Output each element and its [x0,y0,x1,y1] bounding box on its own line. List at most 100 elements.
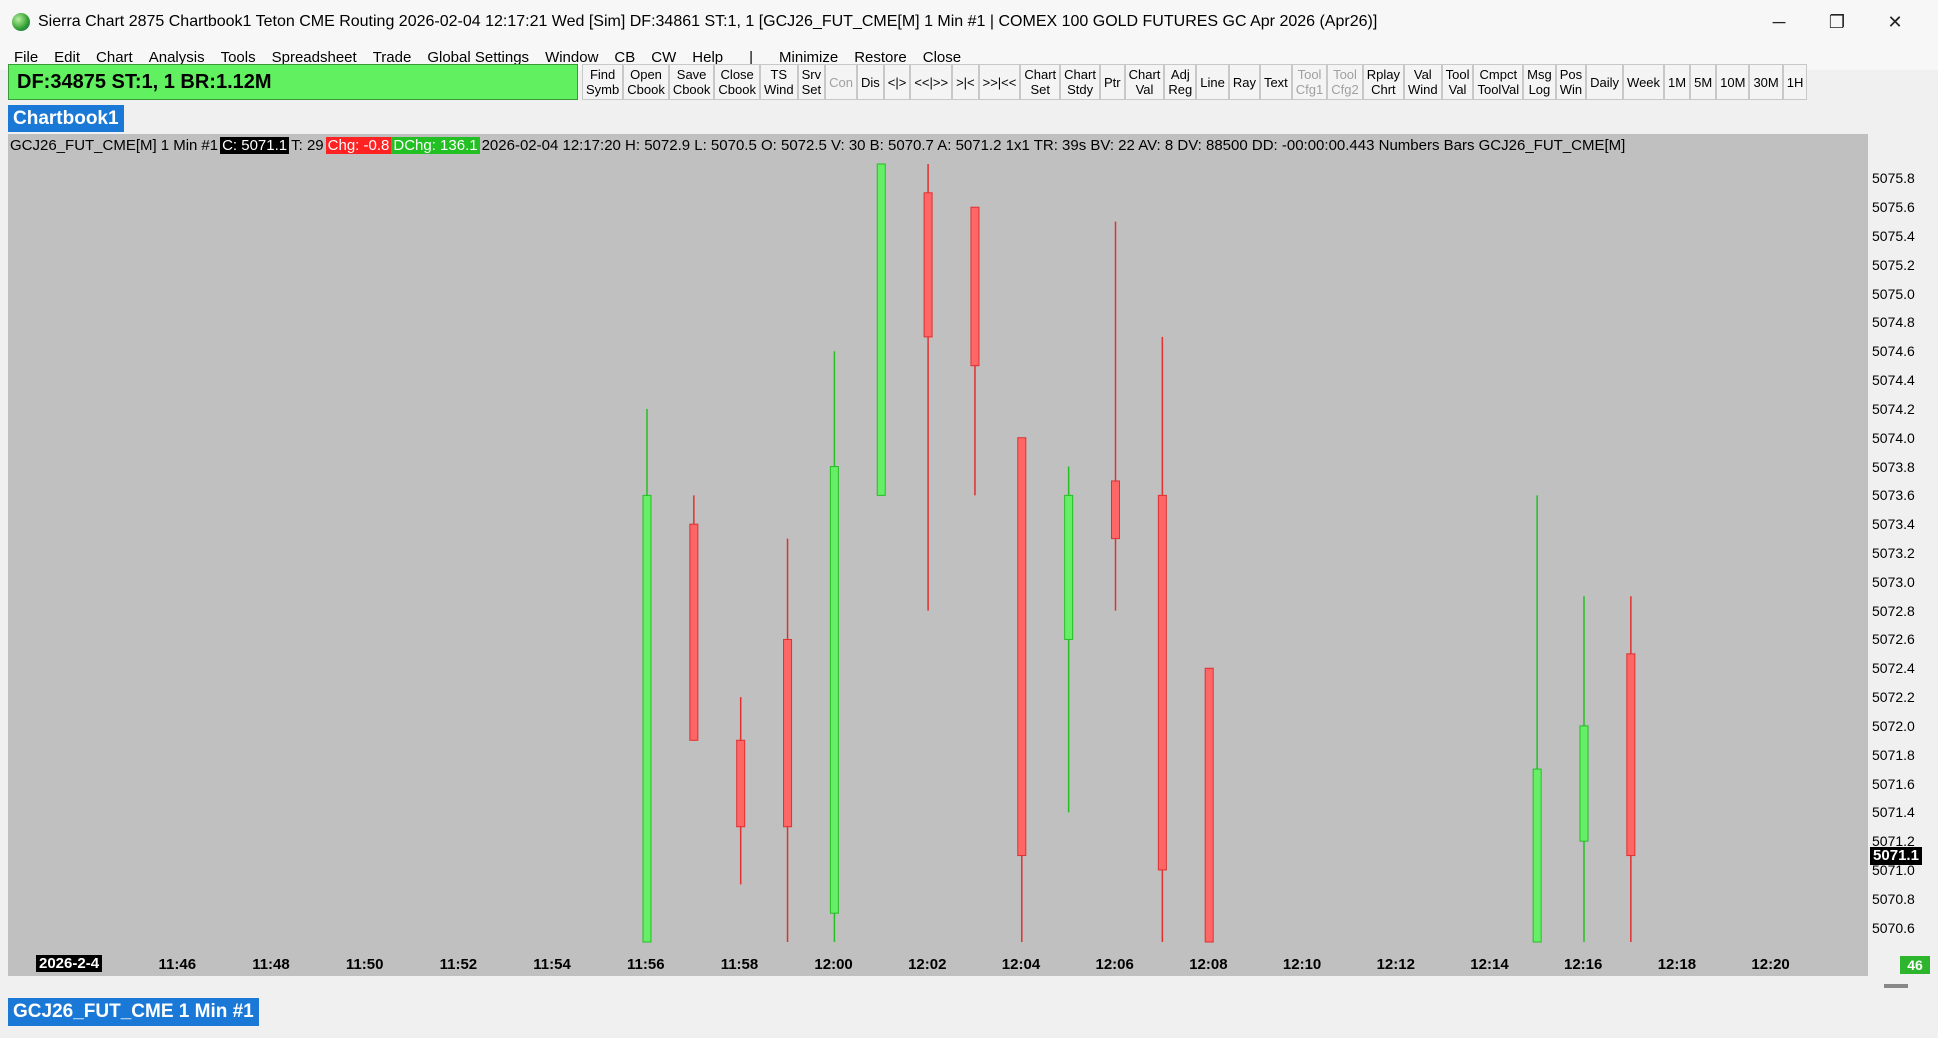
time-tick-label: 12:12 [1376,956,1415,973]
chartbook-tab[interactable]: Chartbook1 [8,105,124,132]
bar-body [1204,667,1214,943]
bar-body [1017,437,1027,857]
price-tick-label: 5073.2 [1872,545,1915,561]
time-axis[interactable]: 2026-2-4 11:46 11:48 11:50 11:52 11:54 11:56 1… [8,954,1868,976]
toolbar-button-con[interactable]: Con [825,64,857,100]
menu-item-spreadsheet[interactable]: Spreadsheet [264,49,365,66]
daily-change-value: DChg: 136.1 [391,136,480,154]
scroll-handle[interactable] [1884,984,1908,988]
toolbar-button-save-cbook[interactable]: Save Cbook [668,64,715,100]
menu-item-separator: | [749,48,754,66]
chart-info: 2026-02-04 12:17:20 H: 5072.9 L: 5070.5 … [481,136,1626,154]
toolbar-button-open-cbook[interactable]: Open Cbook [623,64,669,100]
price-tick-label: 5073.6 [1872,487,1915,504]
toolbar-button-30m[interactable]: 30M [1749,64,1783,100]
toolbar-button-find-symb[interactable]: Find Symb [582,64,624,100]
toolbar-button-1m[interactable]: 1M [1664,64,1691,100]
menu-item-cb[interactable]: CB [606,49,643,66]
toolbar-button-val-wind[interactable]: Val Wind [1403,64,1442,100]
time-tick-label: 11:56 [627,956,665,973]
toolbar-button-close-cbook[interactable]: Close Cbook [714,64,760,100]
time-tick-label: 12:00 [814,956,853,973]
toolbar-button-tool-val[interactable]: Tool Val [1441,64,1474,100]
toolbar-button-cmpct-toolval[interactable]: Cmpct ToolVal [1473,64,1524,100]
bar-body [736,739,746,828]
menu-item-help[interactable]: Help [684,49,731,66]
price-axis[interactable]: 5071.1 5075.8 5075.6 5075.4 5075.2 5075.0 507… [1868,134,1938,954]
time-tick-label: 11:50 [345,956,384,973]
price-tick-label: 5070.8 [1872,890,1915,907]
toolbar-button-chart-stdy[interactable]: Chart Stdy [1060,64,1100,100]
menu-item-file[interactable]: File [0,49,46,66]
time-tick-label: 12:16 [1564,956,1603,973]
toolbar-button-pos-win[interactable]: Pos Win [1555,64,1587,100]
price-tick-label: 5071.4 [1872,804,1915,821]
price-tick-label: 5074.8 [1872,314,1915,331]
toolbar-button-chart-set[interactable]: Chart Set [1020,64,1061,100]
menu-item-analysis[interactable]: Analysis [141,49,213,66]
toolbar-button-tool-cfg2[interactable]: Tool Cfg2 [1327,64,1363,100]
bar-body [829,466,839,914]
bar-body [689,523,699,741]
toolbar-button-dis[interactable]: Dis [856,64,884,100]
menu-item-trade[interactable]: Trade [365,49,420,66]
close-window-button[interactable]: ✕ [1866,0,1924,44]
toolbar-button-ptr[interactable]: Ptr [1099,64,1125,100]
menu-item-restore[interactable]: Restore [846,49,915,66]
toolbar-button-ray[interactable]: Ray [1228,64,1260,100]
toolbar-button-srv-set[interactable]: Srv Set [797,64,826,100]
price-tick-label: 5075.2 [1872,256,1915,273]
toolbar-button-daily[interactable]: Daily [1586,64,1624,100]
toolbar-button-msg-log[interactable]: Msg Log [1523,64,1556,100]
price-tick-label: 5074.0 [1872,429,1915,446]
toolbar-button-week[interactable]: Week [1623,64,1665,100]
time-tick-label: 12:14 [1470,956,1509,973]
close-value: C: 5071.1 [220,136,290,154]
toolbar-button-text[interactable]: Text [1259,64,1292,100]
time-tick-label: 11:46 [158,956,197,973]
chart-area[interactable] [8,134,1868,954]
corner-badge: 46 [1900,956,1930,974]
toolbar-button-xxx[interactable]: <|> [883,64,911,100]
toolbar-button-chart-val[interactable]: Chart Val [1124,64,1165,100]
price-tick-label: 5072.2 [1872,689,1915,706]
toolbar-button-adj-reg[interactable]: Adj Reg [1164,64,1197,100]
price-tick-label: 5073.4 [1872,516,1915,533]
window-title: Sierra Chart 2875 Chartbook1 Teton CME R… [38,13,1378,30]
minimize-window-button[interactable]: ─ [1750,0,1808,44]
chart-canvas[interactable] [8,134,1868,954]
menu-item-tools[interactable]: Tools [213,49,264,66]
menu-item-close[interactable]: Close [915,49,969,66]
price-tick-label: 5073.8 [1872,458,1915,475]
time-tick-label: 12:02 [908,956,947,973]
toolbar-button-10m[interactable]: 10M [1716,64,1750,100]
bar-body [1532,768,1542,943]
toolbar-button-5m[interactable]: 5M [1690,64,1717,100]
maximize-window-button[interactable]: ❐ [1808,0,1866,44]
toolbar-button-xxxxx[interactable]: <<|>> [910,64,953,100]
menu-item-chart[interactable]: Chart [88,49,141,66]
bar-body [970,206,980,367]
menu-item-minimize[interactable]: Minimize [771,49,846,66]
price-tick-label: 5072.6 [1872,631,1915,648]
menu-item-window[interactable]: Window [537,49,606,66]
toolbar-button-line[interactable]: Line [1196,64,1229,100]
menu-item-global-settings[interactable]: Global Settings [419,49,537,66]
toolbar-button-xxxxx[interactable]: >>|<< [978,64,1021,100]
title-bar: Sierra Chart 2875 Chartbook1 Teton CME R… [0,0,1938,44]
toolbar-button-1h[interactable]: 1H [1782,64,1808,100]
menu-item-cw[interactable]: CW [643,49,684,66]
bar-body [1157,494,1167,871]
menu-item-edit[interactable]: Edit [46,49,88,66]
chart-symbol: GCJ26_FUT_CME[M] [10,136,157,154]
price-tick-label: 5075.8 [1872,170,1915,187]
toolbar-button-ts-wind[interactable]: TS Wind [759,64,798,100]
chart-id: #1 [201,136,219,154]
toolbar-button-xxx[interactable]: >|< [952,64,979,100]
price-tick-label: 5072.0 [1872,717,1915,734]
chart-tab[interactable]: GCJ26_FUT_CME 1 Min #1 [8,998,259,1026]
toolbar-button-rplay-chrt[interactable]: Rplay Chrt [1362,64,1404,100]
toolbar-button-tool-cfg1[interactable]: Tool Cfg1 [1291,64,1328,100]
time-tick-label: 11:58 [720,956,759,973]
bottom-strip [0,976,1938,1038]
